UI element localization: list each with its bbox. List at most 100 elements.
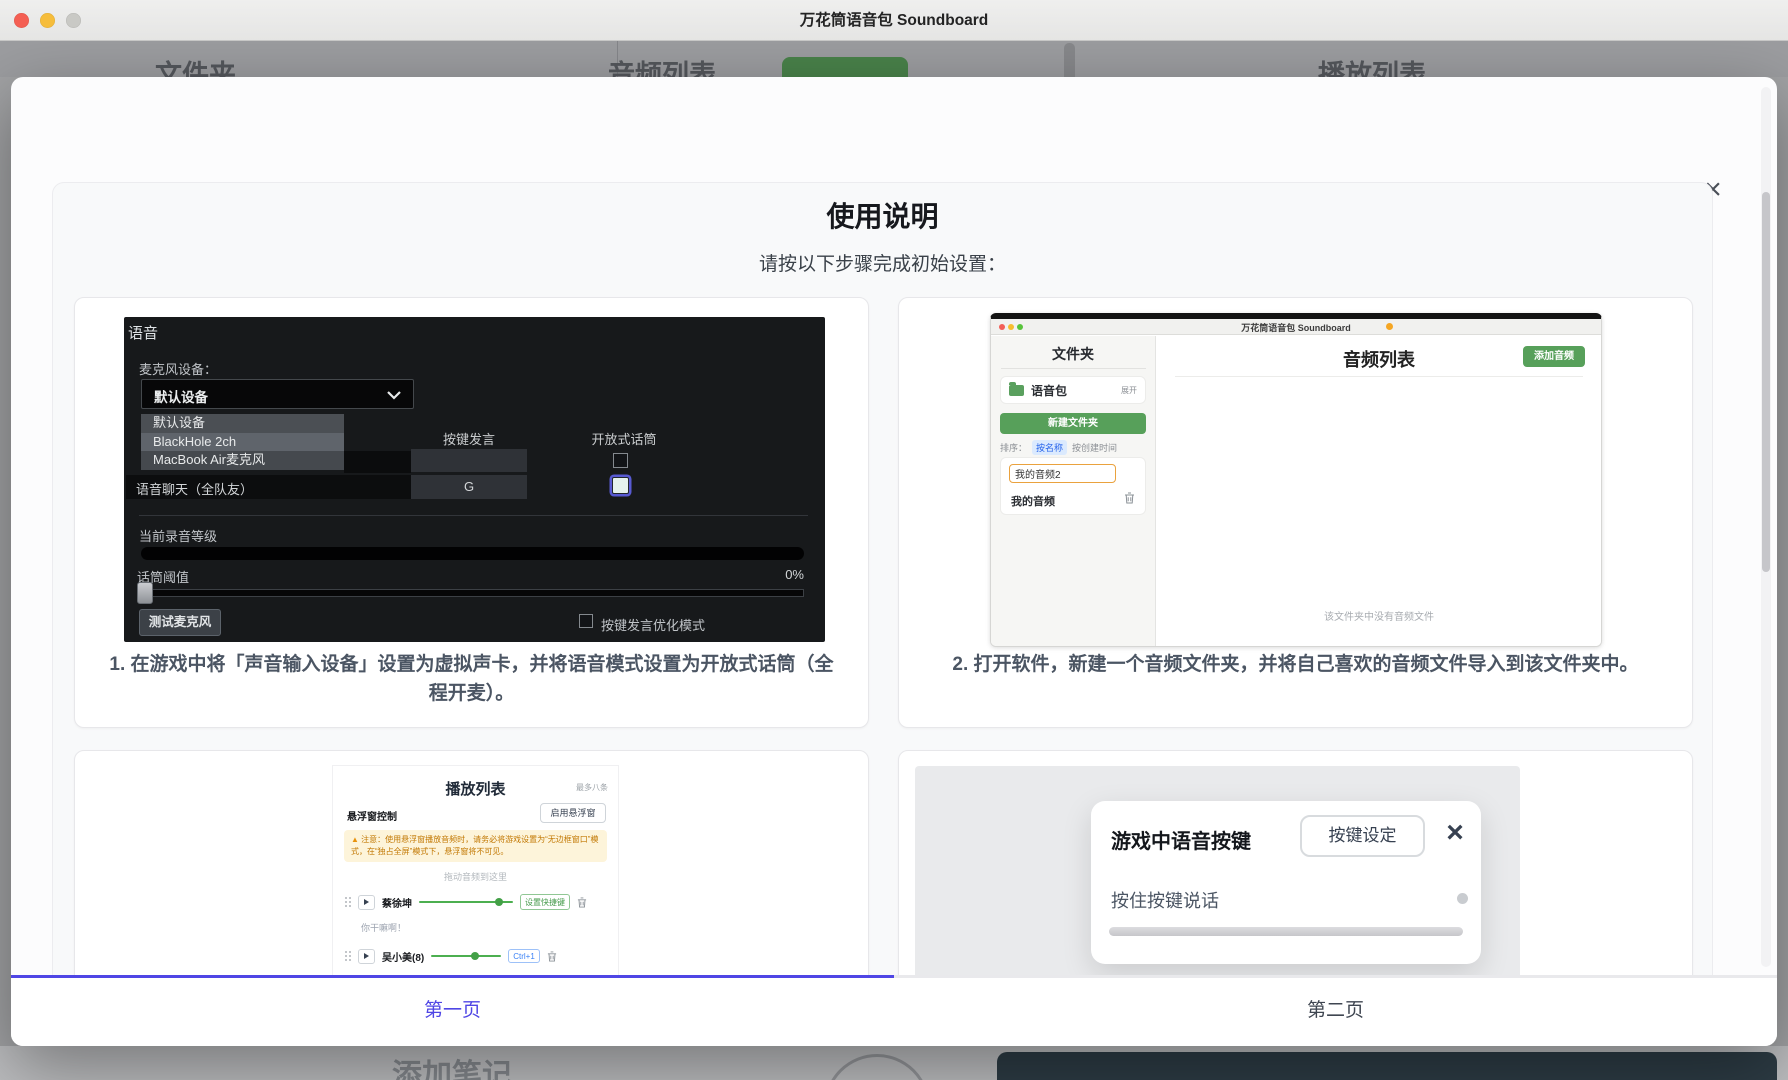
step1-card: 语音 麦克风设备： 默认设备 按键发言 开放式话筒 默认设备 BlackHole… <box>74 297 869 728</box>
voice-chat-label: 语音聊天（全队友） <box>136 479 253 498</box>
chevron-down-icon <box>387 391 401 400</box>
divider <box>1175 376 1583 377</box>
game-voice-settings-screenshot: 语音 麦克风设备： 默认设备 按键发言 开放式话筒 默认设备 BlackHole… <box>124 317 825 642</box>
mini-sort-by-name[interactable]: 按名称 <box>1032 440 1067 455</box>
page-one-tab[interactable]: 第一页 <box>11 975 894 1046</box>
bg-add-audio-button[interactable] <box>782 57 908 77</box>
mic-device-selected: 默认设备 <box>154 386 208 406</box>
device-option-blackhole[interactable]: BlackHole 2ch <box>141 433 344 452</box>
device-option-macbook-mic[interactable]: MacBook Air麦克风 <box>141 451 344 470</box>
playlist-row[interactable]: 蔡徐坤 设置快捷键 <box>345 890 610 914</box>
mini-sort-row: 排序： 按名称 按创建时间 <box>1000 440 1117 455</box>
mini-folder-row[interactable]: 语音包 展开 <box>1000 376 1146 404</box>
hotkey-dialog: 游戏中语音按键 按键设定 × 按住按键说话 <box>1091 801 1481 964</box>
bg-audio-list-header: 音频列表 <box>608 53 716 77</box>
volume-slider[interactable] <box>431 955 501 957</box>
bg-bottom-panel <box>997 1052 1777 1080</box>
trash-icon[interactable] <box>577 897 587 908</box>
drop-hint: 拖动音频到这里 <box>333 870 618 883</box>
playlist-max-label: 最多八条 <box>576 782 608 793</box>
instructions-modal: 使用说明 × 使用说明 请按以下步骤完成初始设置： 语音 麦克风设备： 默认设备… <box>11 77 1777 1046</box>
trash-icon[interactable] <box>1124 492 1135 504</box>
threshold-value: 0% <box>764 567 804 582</box>
voice-chat-keybind[interactable]: G <box>411 475 527 499</box>
mini-add-audio-button[interactable]: 添加音频 <box>1523 346 1585 367</box>
voice-level-bar <box>1109 927 1463 936</box>
open-mic-checkbox-row1[interactable] <box>613 453 628 468</box>
audio-subtitle: 你干嘛啊！ <box>361 921 406 934</box>
set-key-button[interactable]: 按键设定 <box>1300 815 1425 857</box>
set-shortcut-badge[interactable]: 设置快捷键 <box>520 894 570 910</box>
bg-add-note-button[interactable]: 添加笔记... <box>392 1050 537 1080</box>
instructions-subtitle: 请按以下步骤完成初始设置： <box>53 249 1712 276</box>
mini-folder-list-card: 我的音频 <box>1000 457 1146 515</box>
threshold-slider-track[interactable] <box>141 589 804 597</box>
page-two-tab[interactable]: 第二页 <box>894 975 1777 1046</box>
mini-folder-name: 语音包 <box>1031 382 1067 399</box>
mic-device-select[interactable]: 默认设备 <box>141 379 414 409</box>
mini-sort-label: 排序： <box>1000 441 1027 454</box>
record-level-label: 当前录音等级 <box>139 526 217 545</box>
push-to-talk-header: 按键发言 <box>424 429 514 448</box>
play-icon[interactable] <box>358 949 375 964</box>
mic-device-label: 麦克风设备： <box>139 359 217 378</box>
divider <box>1001 368 1146 369</box>
background-app-bottom: 添加笔记... <box>0 1046 1788 1080</box>
ptt-optimize-label: 按键发言优化模式 <box>601 615 705 634</box>
test-mic-button[interactable]: 测试麦克风 <box>139 609 221 636</box>
status-dot <box>1386 323 1393 330</box>
modal-scrollbar-thumb[interactable] <box>1762 192 1770 572</box>
overlay-control-label: 悬浮窗控制 <box>347 808 397 823</box>
overlay-warning: ▲ 注意：使用悬浮窗播放音频时，请务必将游戏设置为“无边框窗口”模式，在“独占全… <box>344 830 607 862</box>
shortcut-badge[interactable]: Ctrl+1 <box>508 949 540 963</box>
trash-icon[interactable] <box>547 951 557 962</box>
record-level-bar <box>141 547 804 560</box>
instructions-heading: 使用说明 <box>53 195 1712 235</box>
device-option-default[interactable]: 默认设备 <box>141 414 344 433</box>
mini-window-title: 万花筒语音包 Soundboard <box>991 321 1601 334</box>
bg-scrollbar-thumb[interactable] <box>1064 43 1075 77</box>
voice-panel-title: 语音 <box>128 322 158 343</box>
bg-folders-header: 文件夹 <box>155 53 236 77</box>
mini-folders-sidebar: 文件夹 语音包 展开 新建文件夹 排序： 按名称 按创建时间 <box>991 336 1156 646</box>
mini-audio-list-area: 音频列表 添加音频 该文件夹中没有音频文件 <box>1157 336 1601 646</box>
open-mic-checkbox-row2-checked[interactable] <box>612 477 629 494</box>
play-icon[interactable] <box>358 895 375 910</box>
folder-icon <box>1009 385 1024 396</box>
warning-text: 注意：使用悬浮窗播放音频时，请务必将游戏设置为“无边框窗口”模式，在“独占全屏”… <box>351 835 598 856</box>
mini-rename-input[interactable] <box>1009 464 1116 483</box>
threshold-slider-handle[interactable] <box>137 582 153 604</box>
mini-sort-by-created[interactable]: 按创建时间 <box>1072 441 1117 454</box>
hotkey-hint: 按住按键说话 <box>1111 887 1219 913</box>
audio-name: 蔡徐坤 <box>382 895 412 910</box>
mini-folder-item[interactable]: 我的音频 <box>1011 493 1055 509</box>
instructions-panel: 使用说明 请按以下步骤完成初始设置： 语音 麦克风设备： 默认设备 按键发言 开… <box>52 182 1713 1046</box>
hotkey-dialog-title: 游戏中语音按键 <box>1111 825 1251 854</box>
mini-empty-message: 该文件夹中没有音频文件 <box>1157 608 1601 623</box>
open-mic-header: 开放式话筒 <box>579 429 669 448</box>
pagination-footer: 第一页 第二页 <box>11 975 1777 1046</box>
status-dot <box>1457 893 1468 904</box>
divider <box>139 515 808 516</box>
ptt-optimize-checkbox[interactable] <box>579 614 593 628</box>
mini-folders-header: 文件夹 <box>991 344 1155 364</box>
window-title: 万花筒语音包 Soundboard <box>0 0 1788 41</box>
mini-titlebar: 万花筒语音包 Soundboard <box>991 319 1601 335</box>
close-icon[interactable]: × <box>1435 811 1475 855</box>
bg-playlist-header: 播放列表 <box>1318 53 1426 77</box>
audio-name: 吴小美(8) <box>382 949 424 964</box>
row1-strip <box>344 451 411 473</box>
step2-caption: 2. 打开软件，新建一个音频文件夹，并将自己喜欢的音频文件导入到该文件夹中。 <box>933 650 1658 679</box>
enable-overlay-button[interactable]: 启用悬浮窗 <box>540 803 606 823</box>
mini-expand-link[interactable]: 展开 <box>1121 385 1137 396</box>
volume-slider[interactable] <box>419 901 513 903</box>
drag-handle-icon[interactable] <box>345 897 351 907</box>
keybind-cell-empty[interactable] <box>411 449 527 472</box>
drag-handle-icon[interactable] <box>345 951 351 961</box>
bg-play-button[interactable] <box>824 1054 930 1080</box>
step2-card: 万花筒语音包 Soundboard 文件夹 语音包 展开 新建文件夹 排序： 按… <box>898 297 1693 728</box>
warning-icon: ▲ <box>351 835 361 844</box>
mini-new-folder-button[interactable]: 新建文件夹 <box>1000 413 1146 434</box>
step1-caption: 1. 在游戏中将「声音输入设备」设置为虚拟声卡，并将语音模式设置为开放式话筒（全… <box>109 650 834 709</box>
playlist-row[interactable]: 吴小美(8) Ctrl+1 <box>345 944 610 968</box>
